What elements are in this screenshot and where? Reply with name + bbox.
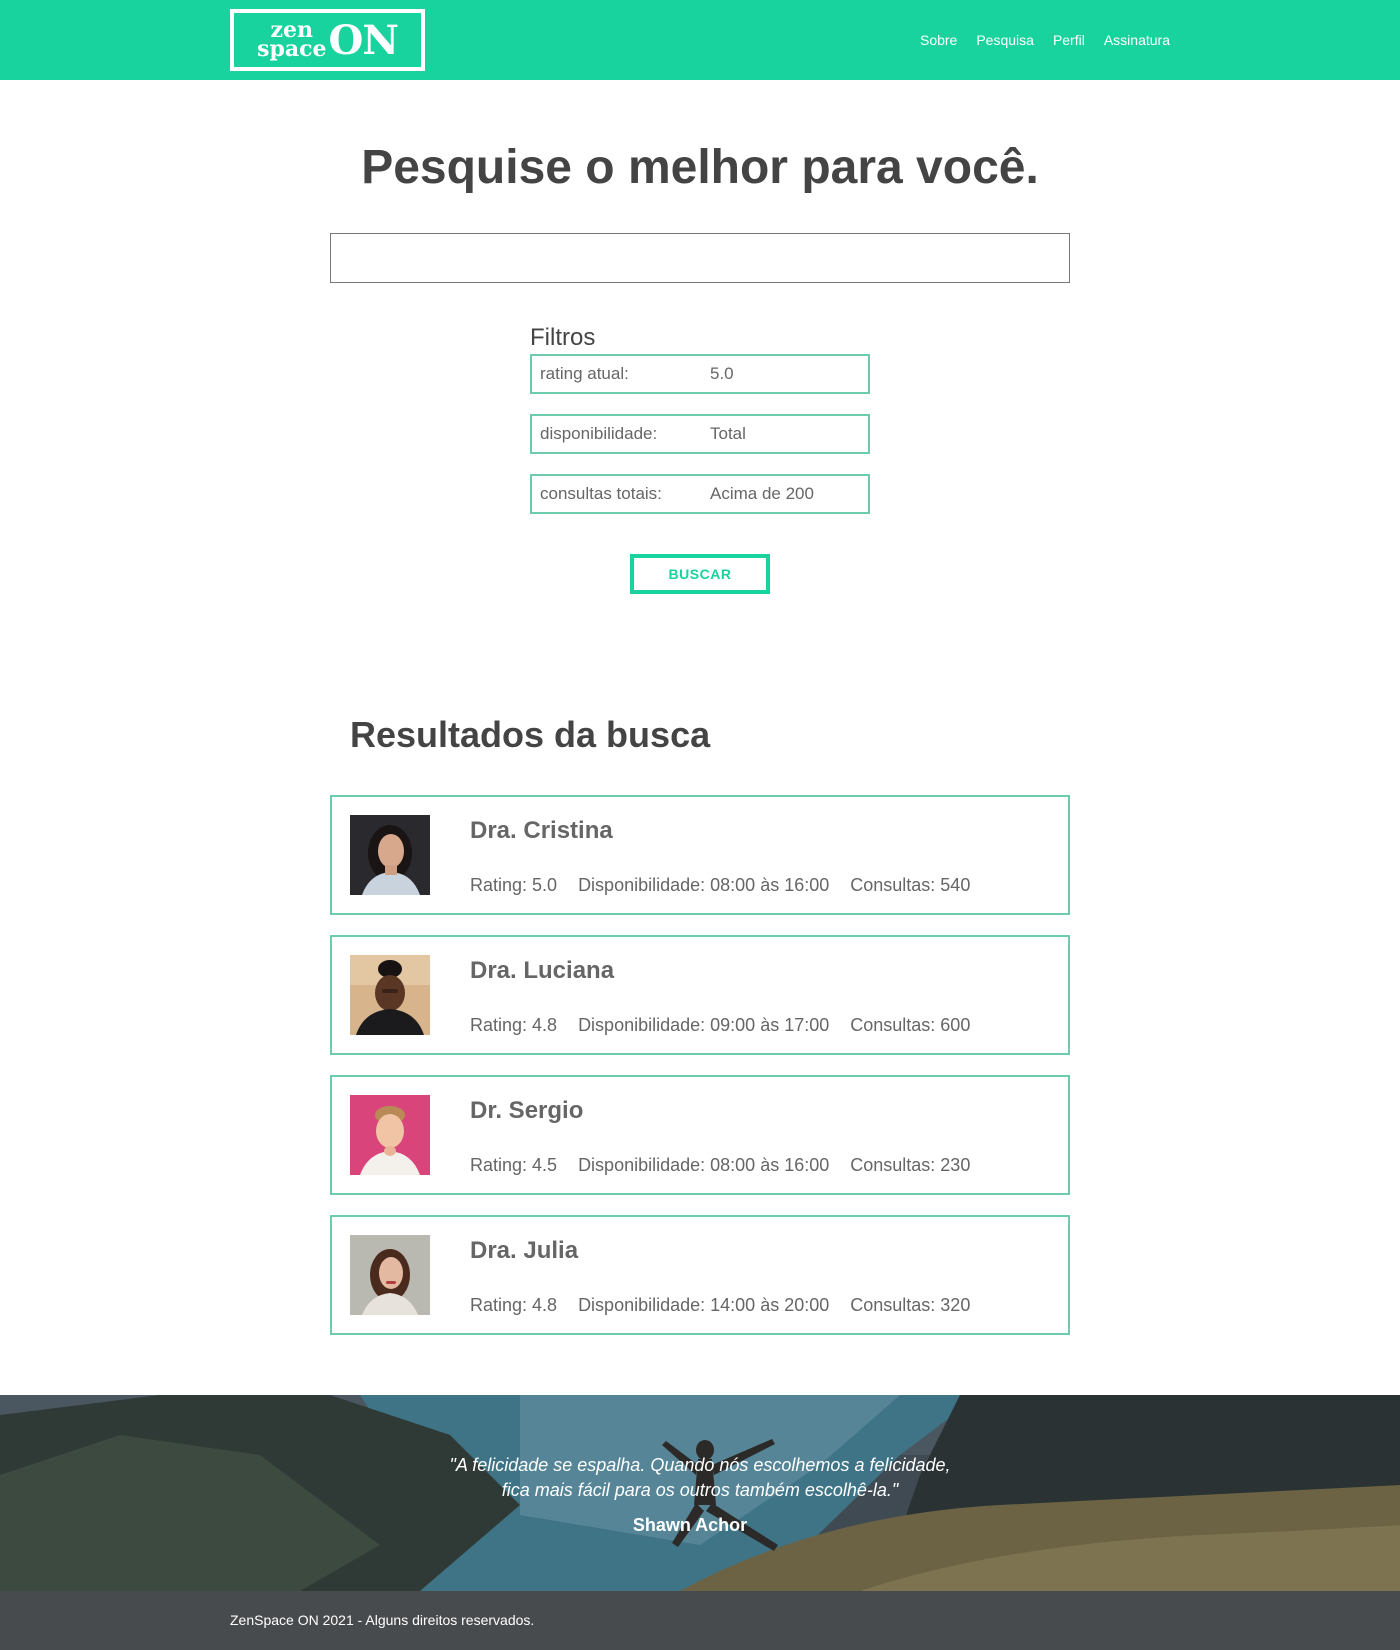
result-card[interactable]: Dra. Luciana Rating: 4.8 Disponibilidade…	[330, 935, 1070, 1055]
logo-on: ON	[328, 17, 399, 64]
site-footer: ZenSpace ON 2021 - Alguns direitos reser…	[0, 1591, 1400, 1650]
result-info: Rating: 4.5 Disponibilidade: 08:00 às 16…	[470, 1155, 991, 1176]
result-name: Dra. Cristina	[470, 817, 613, 844]
quote-line-2: fica mais fácil para os outros também es…	[501, 1480, 899, 1500]
quote-text: "A felicidade se espalha. Quando nós esc…	[0, 1453, 1400, 1503]
result-info: Rating: 4.8 Disponibilidade: 09:00 às 17…	[470, 1015, 991, 1036]
page-title: Pesquise o melhor para você.	[361, 141, 1039, 194]
results-title: Resultados da busca	[350, 714, 711, 755]
quote-banner: "A felicidade se espalha. Quando nós esc…	[0, 1395, 1400, 1591]
result-rating: Rating: 4.5	[470, 1155, 558, 1175]
result-name: Dra. Julia	[470, 1237, 579, 1264]
result-card[interactable]: Dr. Sergio Rating: 4.5 Disponibilidade: …	[330, 1075, 1070, 1195]
avatar	[350, 1095, 430, 1175]
result-rating: Rating: 5.0	[470, 875, 558, 895]
nav-link-perfil[interactable]: Perfil	[1053, 32, 1085, 48]
filter-availability-label: disponibilidade:	[540, 424, 658, 443]
result-availability: Disponibilidade: 14:00 às 20:00	[578, 1295, 830, 1315]
result-consultations: Consultas: 320	[850, 1295, 971, 1315]
result-consultations: Consultas: 230	[850, 1155, 971, 1175]
result-availability: Disponibilidade: 08:00 às 16:00	[578, 875, 830, 895]
result-rating: Rating: 4.8	[470, 1295, 558, 1315]
search-input[interactable]	[330, 233, 1070, 283]
nav-link-sobre[interactable]: Sobre	[920, 32, 957, 48]
filter-rating[interactable]: rating atual: 5.0	[530, 354, 870, 394]
filter-consultations[interactable]: consultas totais: Acima de 200	[530, 474, 870, 514]
result-availability: Disponibilidade: 09:00 às 17:00	[578, 1015, 830, 1035]
result-consultations: Consultas: 540	[850, 875, 971, 895]
filter-rating-label: rating atual:	[540, 364, 629, 383]
result-name: Dr. Sergio	[470, 1097, 584, 1124]
search-button[interactable]: BUSCAR	[630, 554, 770, 594]
filter-availability[interactable]: disponibilidade: Total	[530, 414, 870, 454]
zenspace-logo[interactable]: zen space ON	[230, 9, 425, 71]
result-card[interactable]: Dra. Cristina Rating: 5.0 Disponibilidad…	[330, 795, 1070, 915]
filter-consultations-label: consultas totais:	[540, 484, 662, 503]
result-info: Rating: 5.0 Disponibilidade: 08:00 às 16…	[470, 875, 991, 896]
footer-text: ZenSpace ON 2021 - Alguns direitos reser…	[230, 1612, 535, 1628]
logo-space: space	[257, 36, 327, 62]
result-availability: Disponibilidade: 08:00 às 16:00	[578, 1155, 830, 1175]
filter-consultations-value: Acima de 200	[710, 484, 814, 503]
result-card[interactable]: Dra. Julia Rating: 4.8 Disponibilidade: …	[330, 1215, 1070, 1335]
result-consultations: Consultas: 600	[850, 1015, 971, 1035]
filters-heading: Filtros	[530, 324, 596, 351]
main-nav: Sobre Pesquisa Perfil Assinatura	[920, 32, 1170, 48]
result-info: Rating: 4.8 Disponibilidade: 14:00 às 20…	[470, 1295, 991, 1316]
avatar	[350, 815, 430, 895]
site-header: zen space ON Sobre Pesquisa Perfil Assin…	[0, 0, 1400, 80]
filter-rating-value: 5.0	[710, 364, 734, 383]
result-name: Dra. Luciana	[470, 957, 615, 984]
avatar	[350, 955, 430, 1035]
avatar	[350, 1235, 430, 1315]
logo-wordmark: zen space	[257, 19, 327, 62]
quote-line-1: "A felicidade se espalha. Quando nós esc…	[449, 1455, 951, 1475]
nav-link-assinatura[interactable]: Assinatura	[1104, 32, 1170, 48]
result-rating: Rating: 4.8	[470, 1015, 558, 1035]
quote-author: Shawn Achor	[632, 1515, 748, 1535]
nav-link-pesquisa[interactable]: Pesquisa	[976, 32, 1034, 48]
filter-availability-value: Total	[710, 424, 746, 443]
